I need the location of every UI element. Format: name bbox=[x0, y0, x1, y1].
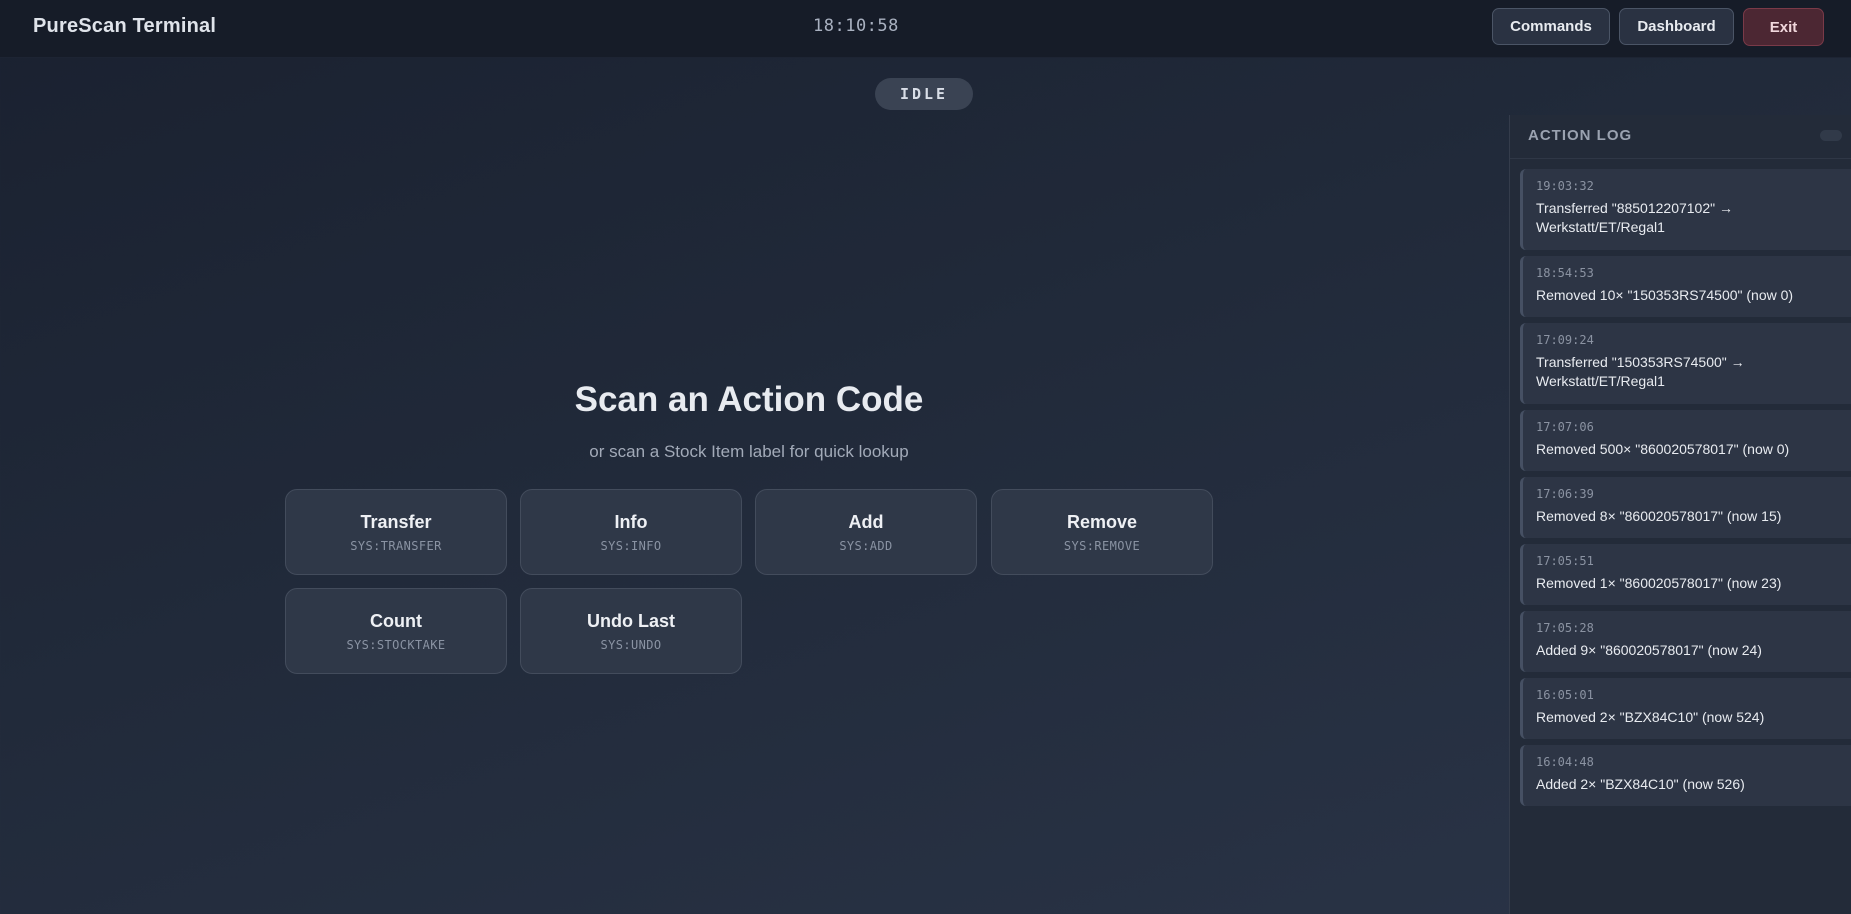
action-code: SYS:ADD bbox=[839, 538, 893, 553]
log-entry-time: 17:05:28 bbox=[1536, 621, 1594, 635]
action-card-remove[interactable]: Remove SYS:REMOVE bbox=[991, 489, 1213, 575]
action-card-count[interactable]: Count SYS:STOCKTAKE bbox=[285, 588, 507, 674]
action-label: Add bbox=[848, 511, 884, 532]
log-entry: 18:54:53 Removed 10× "150353RS74500" (no… bbox=[1520, 256, 1851, 317]
action-log-panel: ACTION LOG 19:03:32 Transferred "8850122… bbox=[1509, 115, 1851, 914]
log-entry-time: 17:07:06 bbox=[1536, 420, 1594, 434]
action-label: Undo Last bbox=[587, 610, 675, 631]
log-entry: 17:06:39 Removed 8× "860020578017" (now … bbox=[1520, 477, 1851, 538]
log-entry: 17:05:28 Added 9× "860020578017" (now 24… bbox=[1520, 611, 1851, 672]
action-label: Remove bbox=[1066, 511, 1138, 532]
action-code: SYS:INFO bbox=[600, 538, 662, 553]
log-entry-message: Added 9× "860020578017" (now 24) bbox=[1536, 642, 1762, 658]
log-entry-message: Removed 2× "BZX84C10" (now 524) bbox=[1536, 709, 1765, 725]
log-entry-message: Removed 500× "860020578017" (now 0) bbox=[1536, 441, 1790, 457]
app-title: PureScan Terminal bbox=[33, 15, 217, 37]
log-collapse-toggle[interactable] bbox=[1820, 130, 1842, 141]
log-entry: 17:07:06 Removed 500× "860020578017" (no… bbox=[1520, 410, 1851, 471]
action-label: Count bbox=[370, 610, 422, 631]
log-entry-message: Added 2× "BZX84C10" (now 526) bbox=[1536, 776, 1745, 792]
clock: 18:10:58 bbox=[813, 16, 899, 36]
page-title: Scan an Action Code bbox=[574, 380, 924, 419]
action-card-undo[interactable]: Undo Last SYS:UNDO bbox=[520, 588, 742, 674]
action-log-title: ACTION LOG bbox=[1528, 127, 1633, 144]
page-subtitle: or scan a Stock Item label for quick loo… bbox=[589, 442, 909, 461]
log-entry-time: 16:05:01 bbox=[1536, 688, 1594, 702]
log-entry: 16:05:01 Removed 2× "BZX84C10" (now 524) bbox=[1520, 678, 1851, 739]
log-entry-time: 16:04:48 bbox=[1536, 755, 1594, 769]
status-badge: IDLE bbox=[875, 78, 973, 110]
log-entry: 16:04:48 Added 2× "BZX84C10" (now 526) bbox=[1520, 745, 1851, 806]
exit-button[interactable]: Exit bbox=[1743, 8, 1824, 46]
action-code: SYS:STOCKTAKE bbox=[346, 637, 446, 652]
log-entry: 19:03:32 Transferred "885012207102" → We… bbox=[1520, 169, 1851, 250]
action-log-header: ACTION LOG bbox=[1510, 115, 1851, 159]
log-entry-message: Transferred "885012207102" → Werkstatt/E… bbox=[1536, 200, 1733, 235]
dashboard-button[interactable]: Dashboard bbox=[1619, 8, 1734, 45]
action-label: Transfer bbox=[360, 511, 432, 532]
action-card-info[interactable]: Info SYS:INFO bbox=[520, 489, 742, 575]
log-entry-message: Removed 1× "860020578017" (now 23) bbox=[1536, 575, 1782, 591]
action-code: SYS:UNDO bbox=[600, 637, 662, 652]
log-entry-time: 19:03:32 bbox=[1536, 179, 1594, 193]
log-entry-message: Transferred "150353RS74500" → Werkstatt/… bbox=[1536, 354, 1745, 389]
log-entry-time: 18:54:53 bbox=[1536, 266, 1594, 280]
log-entry-message: Removed 8× "860020578017" (now 15) bbox=[1536, 508, 1782, 524]
log-entry: 17:09:24 Transferred "150353RS74500" → W… bbox=[1520, 323, 1851, 404]
log-entry-time: 17:06:39 bbox=[1536, 487, 1594, 501]
log-entry-time: 17:05:51 bbox=[1536, 554, 1594, 568]
action-code: SYS:TRANSFER bbox=[350, 538, 442, 553]
action-label: Info bbox=[614, 511, 648, 532]
commands-button[interactable]: Commands bbox=[1492, 8, 1610, 45]
top-bar: PureScan Terminal 18:10:58 Commands Dash… bbox=[0, 0, 1851, 58]
log-entry: 17:05:51 Removed 1× "860020578017" (now … bbox=[1520, 544, 1851, 605]
action-card-add[interactable]: Add SYS:ADD bbox=[755, 489, 977, 575]
action-card-transfer[interactable]: Transfer SYS:TRANSFER bbox=[285, 489, 507, 575]
log-entry-message: Removed 10× "150353RS74500" (now 0) bbox=[1536, 287, 1794, 303]
log-entry-time: 17:09:24 bbox=[1536, 333, 1594, 347]
action-code: SYS:REMOVE bbox=[1063, 538, 1141, 553]
